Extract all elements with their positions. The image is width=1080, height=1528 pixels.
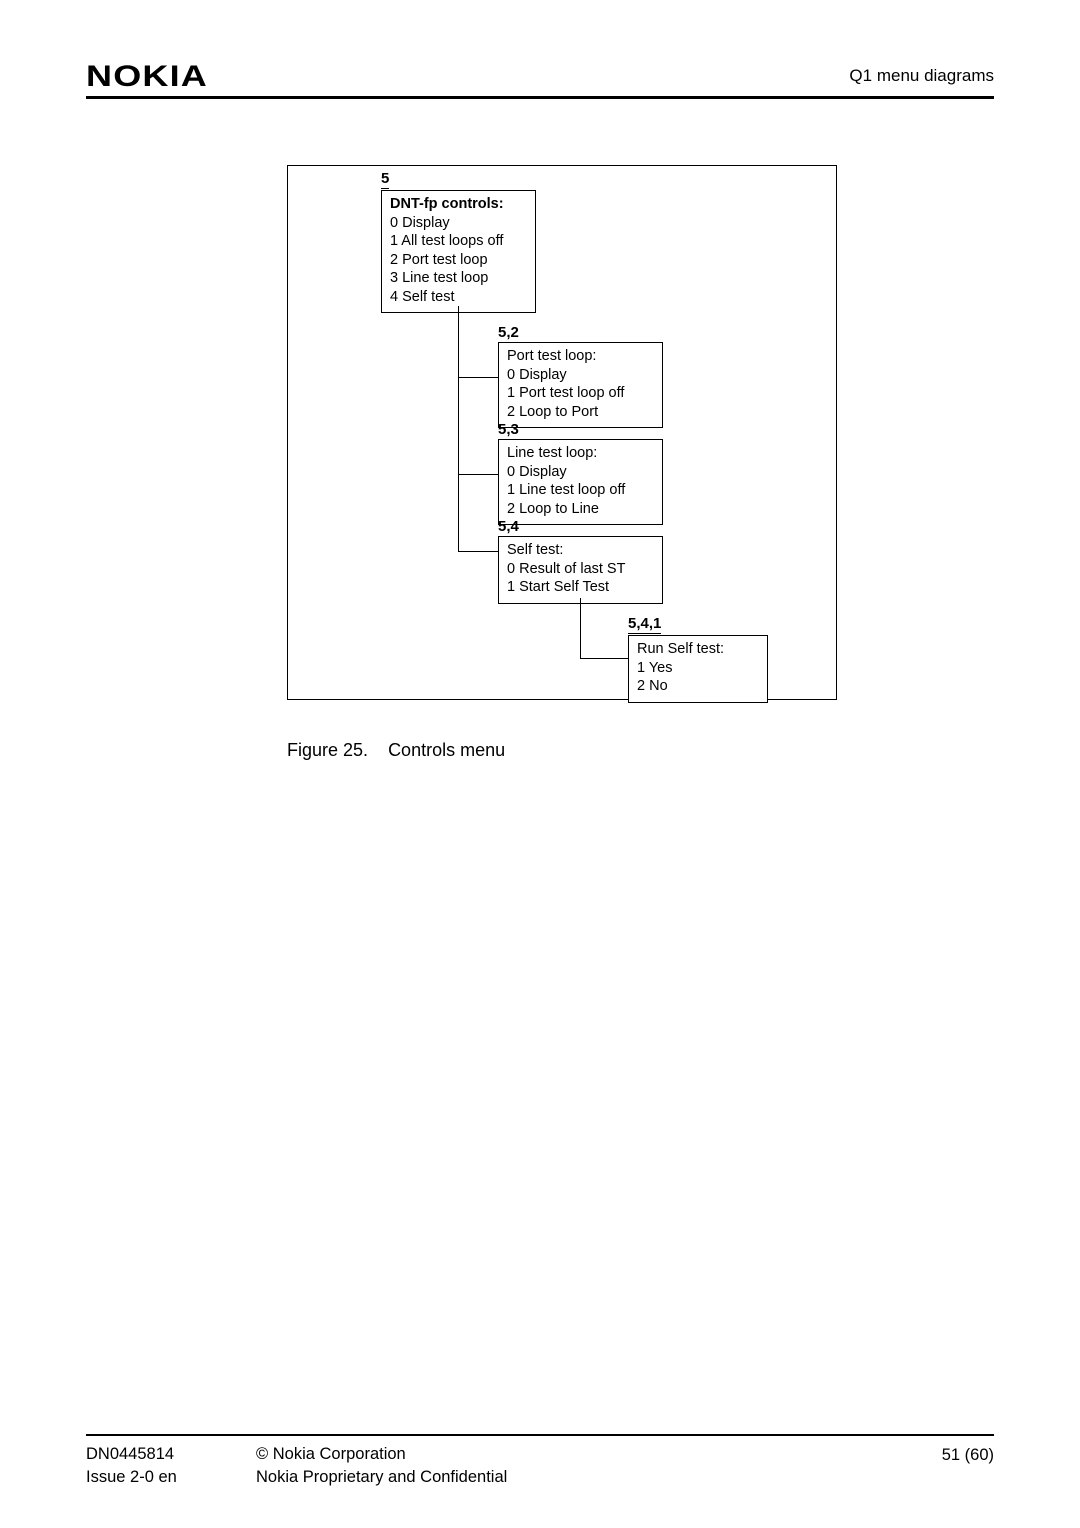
footer-issue: Issue 2-0 en: [86, 1466, 177, 1488]
menu-item: 3 Line test loop: [390, 269, 527, 288]
footer-left: DN0445814 Issue 2-0 en: [86, 1443, 177, 1488]
connector-line: [458, 551, 498, 552]
menu-item: 2 No: [637, 677, 759, 696]
footer-center: © Nokia Corporation Nokia Proprietary an…: [256, 1443, 507, 1488]
menu-item: 0 Display: [390, 214, 527, 233]
connector-line: [580, 658, 628, 659]
footer-page-number: 51 (60): [942, 1444, 994, 1466]
page-header: NOKIA Q1 menu diagrams: [86, 60, 994, 94]
header-section-title: Q1 menu diagrams: [849, 66, 994, 86]
menu-item: 0 Display: [507, 463, 654, 482]
footer-copyright: © Nokia Corporation: [256, 1443, 507, 1465]
menu-item: 1 Port test loop off: [507, 384, 654, 403]
page: NOKIA Q1 menu diagrams 5 DNT-fp controls…: [0, 0, 1080, 1528]
connector-line: [458, 306, 459, 551]
connector-line: [580, 598, 581, 658]
menu-box-5-4: Self test: 0 Result of last ST 1 Start S…: [498, 536, 663, 604]
menu-box-5: DNT-fp controls: 0 Display 1 All test lo…: [381, 190, 536, 313]
menu-number-5: 5: [381, 170, 389, 189]
header-rule: [86, 96, 994, 99]
menu-box-5-4-1: Run Self test: 1 Yes 2 No: [628, 635, 768, 703]
menu-title: Line test loop:: [507, 444, 654, 463]
menu-item: 1 Line test loop off: [507, 481, 654, 500]
menu-box-5-2: Port test loop: 0 Display 1 Port test lo…: [498, 342, 663, 428]
menu-title: Self test:: [507, 541, 654, 560]
menu-item: 2 Loop to Line: [507, 500, 654, 519]
diagram-frame: 5 DNT-fp controls: 0 Display 1 All test …: [287, 165, 837, 700]
menu-item: 2 Port test loop: [390, 251, 527, 270]
menu-item: 0 Display: [507, 366, 654, 385]
footer-confidential: Nokia Proprietary and Confidential: [256, 1466, 507, 1488]
menu-item: 1 Yes: [637, 659, 759, 678]
menu-item: 0 Result of last ST: [507, 560, 654, 579]
menu-item: 1 Start Self Test: [507, 578, 654, 597]
menu-title: Run Self test:: [637, 640, 759, 659]
menu-item: 4 Self test: [390, 288, 527, 307]
figure-label: Figure 25.: [287, 740, 368, 760]
menu-number-5-4: 5,4: [498, 518, 519, 535]
figure-title: Controls menu: [388, 740, 505, 760]
footer-rule: [86, 1434, 994, 1436]
menu-item: 1 All test loops off: [390, 232, 527, 251]
connector-line: [458, 377, 498, 378]
connector-line: [458, 474, 498, 475]
menu-title: DNT-fp controls:: [390, 195, 527, 214]
footer-doc-id: DN0445814: [86, 1443, 177, 1465]
menu-number-5-4-1: 5,4,1: [628, 615, 661, 634]
menu-number-5-3: 5,3: [498, 421, 519, 438]
menu-title: Port test loop:: [507, 347, 654, 366]
menu-box-5-3: Line test loop: 0 Display 1 Line test lo…: [498, 439, 663, 525]
menu-number-5-2: 5,2: [498, 324, 519, 341]
menu-item: 2 Loop to Port: [507, 403, 654, 422]
figure-caption: Figure 25. Controls menu: [287, 740, 505, 761]
